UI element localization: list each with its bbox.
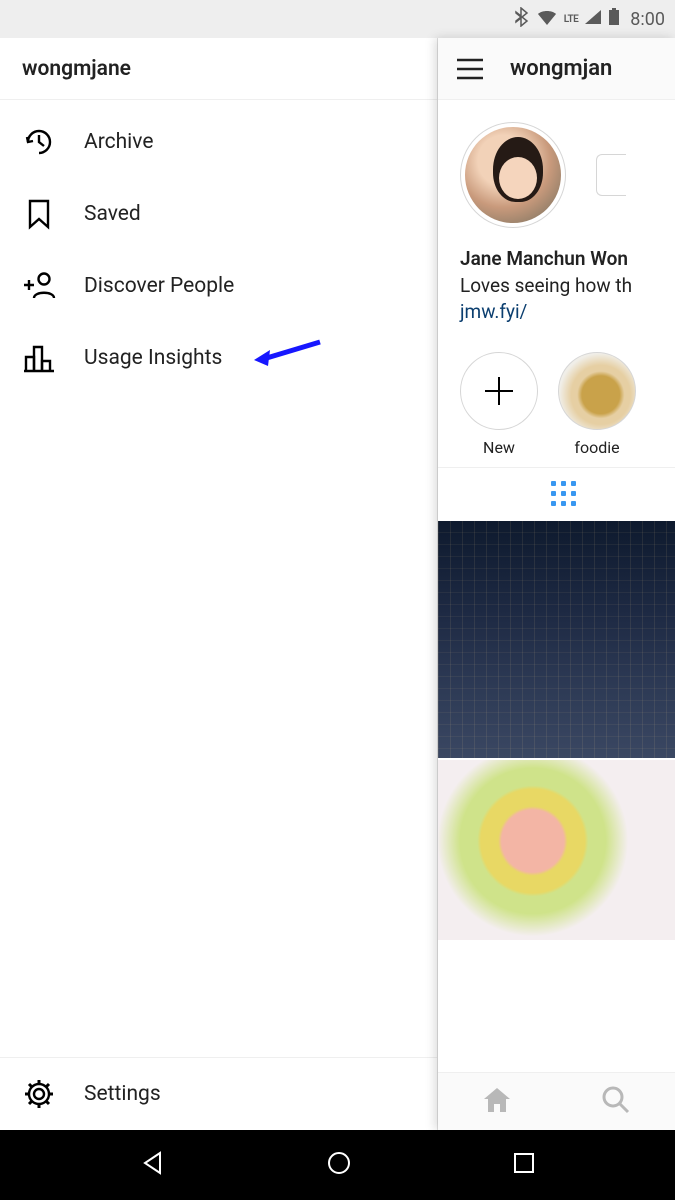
- profile-tabs: [438, 467, 675, 521]
- status-time: 8:00: [630, 9, 665, 30]
- edit-profile-button[interactable]: [596, 154, 626, 196]
- grid-tab-icon[interactable]: [551, 481, 577, 507]
- signal-icon: [584, 9, 602, 29]
- menu-icon[interactable]: [456, 58, 484, 80]
- drawer-item-saved[interactable]: Saved: [0, 178, 437, 250]
- search-icon[interactable]: [601, 1085, 631, 1119]
- bookmark-icon: [22, 197, 56, 231]
- posts-grid: [438, 521, 675, 940]
- profile-display-name: Jane Manchun Won: [460, 246, 675, 273]
- drawer-item-label: Discover People: [84, 274, 234, 298]
- back-button[interactable]: [140, 1150, 166, 1180]
- highlight-label: New: [483, 438, 515, 457]
- lte-label: LTE: [564, 14, 579, 25]
- drawer-item-label: Archive: [84, 130, 153, 154]
- drawer-item-label: Settings: [84, 1082, 161, 1106]
- post-tile[interactable]: [438, 521, 675, 758]
- profile-link[interactable]: jmw.fyi/: [460, 299, 675, 326]
- add-person-icon: [22, 269, 56, 303]
- bluetooth-icon: [514, 7, 530, 31]
- status-bar: LTE 8:00: [0, 0, 675, 38]
- profile-username: wongmjan: [510, 56, 612, 81]
- story-highlights: New foodie: [438, 326, 675, 467]
- drawer-item-archive[interactable]: Archive: [0, 106, 437, 178]
- bottom-nav: [438, 1072, 675, 1130]
- drawer-item-usage-insights[interactable]: Usage Insights: [0, 322, 437, 394]
- archive-icon: [22, 125, 56, 159]
- drawer-item-label: Saved: [84, 202, 141, 226]
- bar-chart-icon: [22, 341, 56, 375]
- highlight-label: foodie: [574, 438, 619, 457]
- drawer-header: wongmjane: [0, 38, 437, 100]
- avatar[interactable]: [460, 122, 566, 228]
- profile-description: Loves seeing how th: [460, 273, 675, 300]
- profile-panel: wongmjan Jane Manchun Won Loves seeing h…: [438, 38, 675, 1130]
- drawer-item-settings[interactable]: Settings: [0, 1058, 437, 1130]
- post-tile[interactable]: [438, 760, 675, 940]
- profile-header: wongmjan: [438, 38, 675, 100]
- home-button[interactable]: [326, 1150, 352, 1180]
- drawer-item-label: Usage Insights: [84, 346, 222, 370]
- highlight-foodie[interactable]: foodie: [558, 352, 636, 457]
- side-drawer: wongmjane Archive S: [0, 38, 438, 1130]
- home-icon[interactable]: [482, 1086, 512, 1118]
- gear-icon: [22, 1077, 56, 1111]
- recent-apps-button[interactable]: [513, 1152, 535, 1178]
- wifi-icon: [536, 8, 558, 30]
- profile-bio: Jane Manchun Won Loves seeing how th jmw…: [438, 228, 675, 326]
- battery-icon: [608, 8, 620, 30]
- android-navbar: [0, 1130, 675, 1200]
- highlight-new[interactable]: New: [460, 352, 538, 457]
- drawer-item-discover-people[interactable]: Discover People: [0, 250, 437, 322]
- drawer-username: wongmjane: [22, 57, 131, 81]
